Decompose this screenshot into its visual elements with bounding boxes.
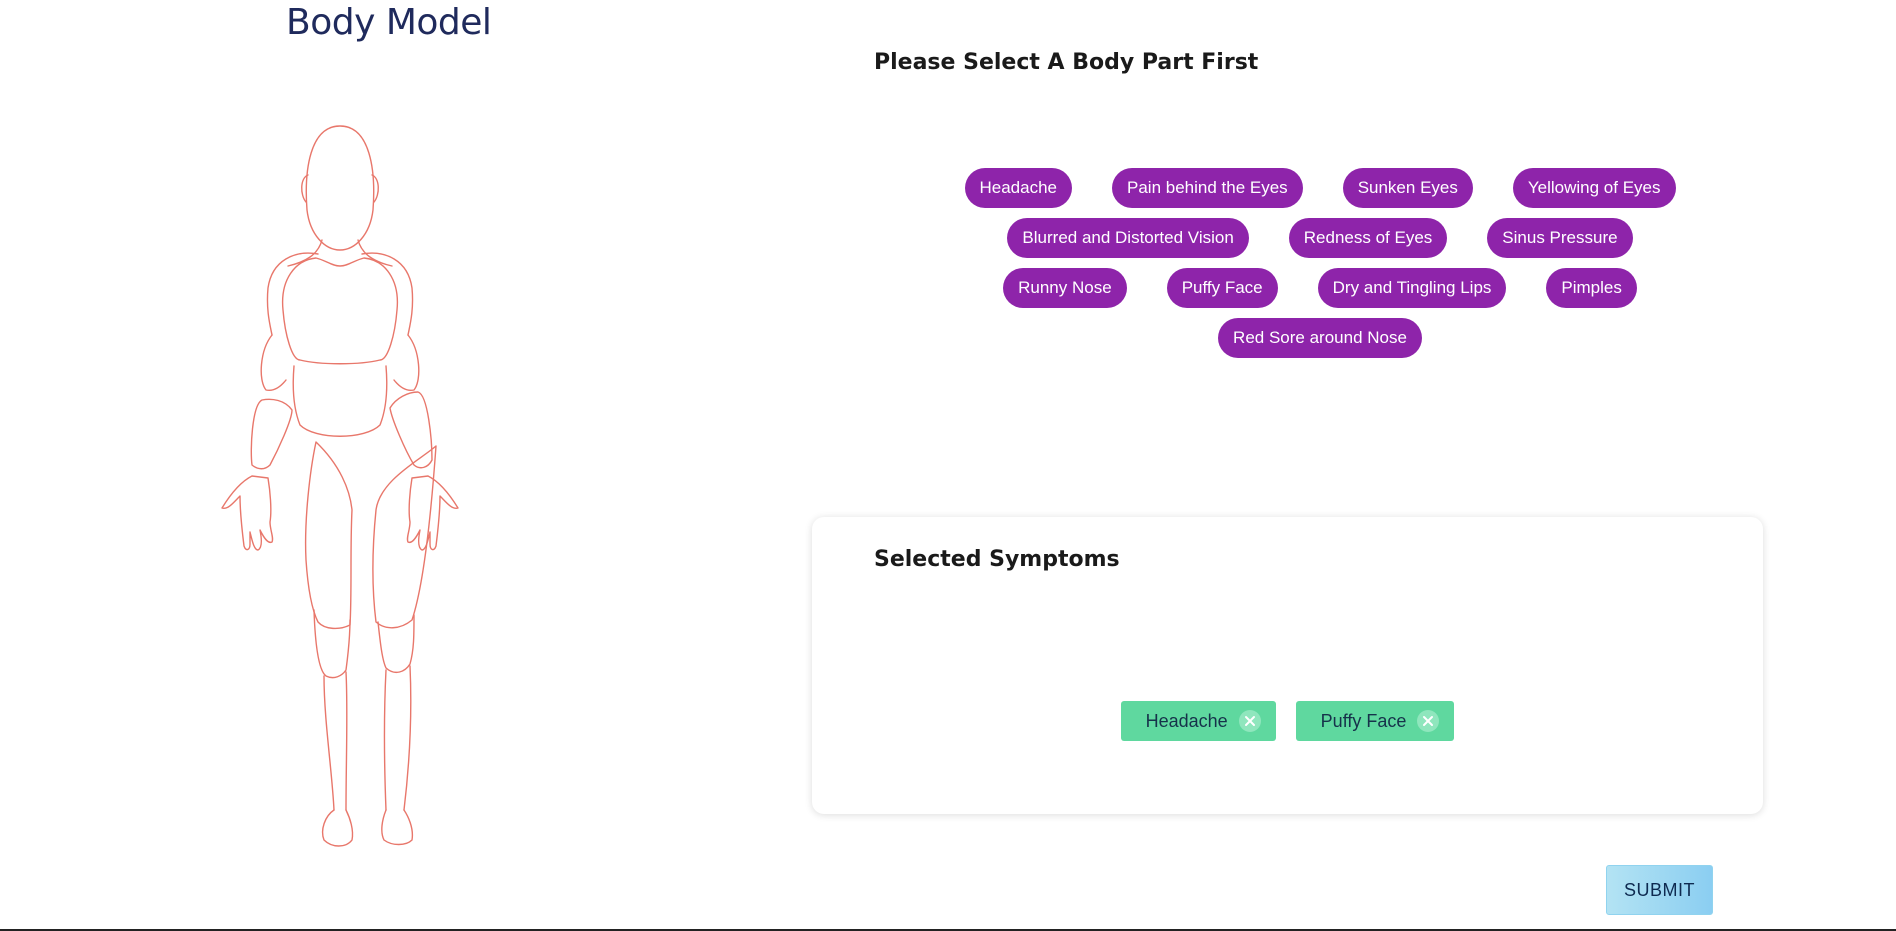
- selected-symptom-tag: Puffy Face: [1295, 701, 1455, 741]
- body-part-right-shin: [383, 665, 412, 811]
- body-part-right-knee: [377, 614, 415, 674]
- symptom-chip-row: Headache Pain behind the Eyes Sunken Eye…: [920, 168, 1720, 208]
- body-part-left-shin: [323, 671, 348, 811]
- close-circle-icon[interactable]: [1416, 709, 1440, 733]
- selected-symptom-label: Puffy Face: [1320, 710, 1407, 731]
- symptom-chip[interactable]: Dry and Tingling Lips: [1317, 268, 1507, 308]
- body-part-right-thigh: [372, 445, 437, 629]
- symptom-chip-row: Runny Nose Puffy Face Dry and Tingling L…: [920, 268, 1720, 308]
- symptom-chip-list: Headache Pain behind the Eyes Sunken Eye…: [920, 168, 1720, 368]
- body-part-prompt: Please Select A Body Part First: [874, 50, 1259, 75]
- symptom-chip[interactable]: Red Sore around Nose: [1218, 318, 1422, 358]
- symptom-chip[interactable]: Pimples: [1546, 268, 1637, 308]
- symptom-chip[interactable]: Headache: [964, 168, 1073, 208]
- selected-symptoms-card: Selected Symptoms Headache Puffy Face: [812, 517, 1763, 814]
- symptom-chip[interactable]: Redness of Eyes: [1288, 218, 1448, 258]
- body-part-abdomen: [292, 365, 388, 437]
- symptom-chip[interactable]: Pain behind the Eyes: [1112, 168, 1303, 208]
- symptom-chip-row: Blurred and Distorted Vision Redness of …: [920, 218, 1720, 258]
- body-part-left-hand: [221, 475, 274, 551]
- body-part-right-forearm: [389, 391, 433, 469]
- body-part-left-thigh: [304, 441, 353, 630]
- close-circle-icon[interactable]: [1238, 709, 1262, 733]
- submit-button[interactable]: SUBMIT: [1606, 865, 1713, 915]
- symptom-chip[interactable]: Puffy Face: [1166, 268, 1278, 308]
- body-part-head: [305, 125, 375, 251]
- symptom-chip-row: Red Sore around Nose: [920, 318, 1720, 358]
- symptom-chip[interactable]: Runny Nose: [1003, 268, 1127, 308]
- selected-symptom-label: Headache: [1145, 710, 1228, 731]
- symptom-chip[interactable]: Yellowing of Eyes: [1512, 168, 1676, 208]
- symptom-chip[interactable]: Sunken Eyes: [1342, 168, 1473, 208]
- symptom-chip[interactable]: Sinus Pressure: [1487, 218, 1633, 258]
- selected-tag-list: Headache Puffy Face: [812, 701, 1763, 741]
- body-part-chest: [281, 257, 399, 365]
- selected-symptoms-title: Selected Symptoms: [874, 547, 1120, 572]
- page-title: Body Model: [286, 2, 492, 43]
- body-part-left-foot: [321, 809, 354, 847]
- selected-symptom-tag: Headache: [1120, 701, 1276, 741]
- body-model-figure[interactable]: [200, 110, 560, 860]
- symptom-chip[interactable]: Blurred and Distorted Vision: [1007, 218, 1249, 258]
- body-part-left-forearm: [250, 398, 293, 470]
- body-part-right-foot: [381, 809, 414, 846]
- body-part-left-knee: [313, 609, 351, 679]
